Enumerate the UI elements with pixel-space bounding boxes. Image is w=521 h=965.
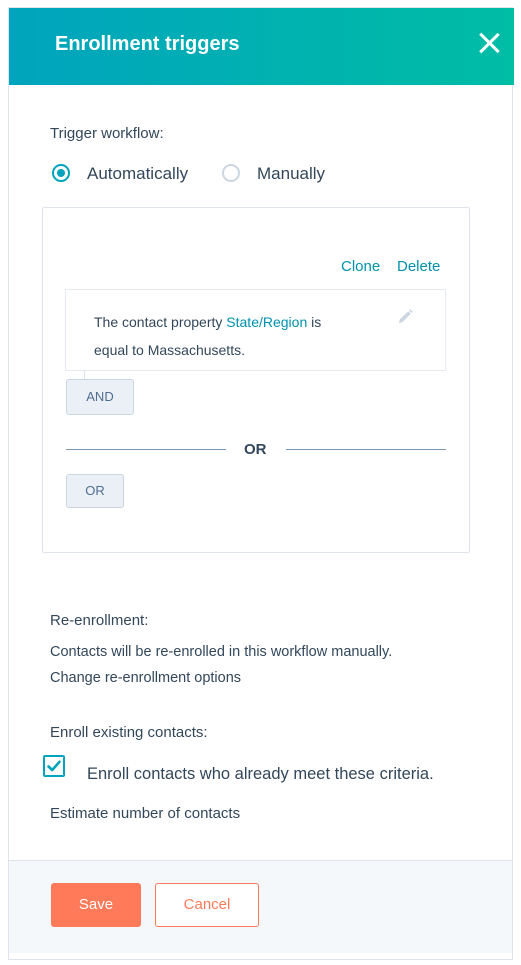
save-button[interactable]: Save — [51, 883, 141, 927]
filter-prefix: The contact property — [94, 314, 223, 330]
filter-verb: is — [311, 314, 322, 330]
enroll-existing-label[interactable]: Enroll contacts who already meet these c… — [87, 765, 434, 784]
trigger-workflow-label: Trigger workflow: — [50, 125, 164, 142]
filter-connector — [84, 371, 85, 379]
reenrollment-description: Contacts will be re-enrolled in this wor… — [50, 644, 393, 660]
and-button[interactable]: AND — [66, 379, 134, 415]
enroll-existing-title: Enroll existing contacts: — [50, 724, 208, 741]
or-divider-right — [286, 449, 446, 450]
filter-card[interactable]: The contact property State/Region is equ… — [65, 289, 446, 371]
filter-operator: equal to — [94, 342, 144, 358]
panel-header: Enrollment triggers — [9, 8, 514, 85]
reenrollment-title: Re-enrollment: — [50, 612, 149, 629]
or-divider-left — [66, 449, 226, 450]
estimate-contacts-link[interactable]: Estimate number of contacts — [50, 805, 240, 822]
clone-link[interactable]: Clone — [341, 258, 380, 275]
or-divider-label: OR — [244, 441, 267, 458]
close-icon[interactable] — [478, 32, 500, 54]
filter-property[interactable]: State/Region — [226, 314, 307, 330]
radio-manually-label[interactable]: Manually — [257, 164, 325, 184]
filter-description: The contact property State/Region is equ… — [94, 308, 374, 364]
radio-automatically-label[interactable]: Automatically — [87, 164, 188, 184]
delete-link[interactable]: Delete — [397, 258, 440, 275]
radio-manually[interactable] — [222, 164, 240, 182]
enroll-existing-checkbox[interactable] — [43, 755, 65, 777]
change-reenrollment-link[interactable]: Change re-enrollment options — [50, 670, 241, 686]
panel-title: Enrollment triggers — [55, 33, 240, 55]
radio-automatically[interactable] — [52, 164, 70, 182]
checkmark-icon — [47, 760, 61, 772]
pencil-icon[interactable] — [396, 308, 414, 326]
filter-value: Massachusetts. — [147, 342, 245, 358]
or-button[interactable]: OR — [66, 474, 124, 508]
cancel-button[interactable]: Cancel — [155, 883, 259, 927]
